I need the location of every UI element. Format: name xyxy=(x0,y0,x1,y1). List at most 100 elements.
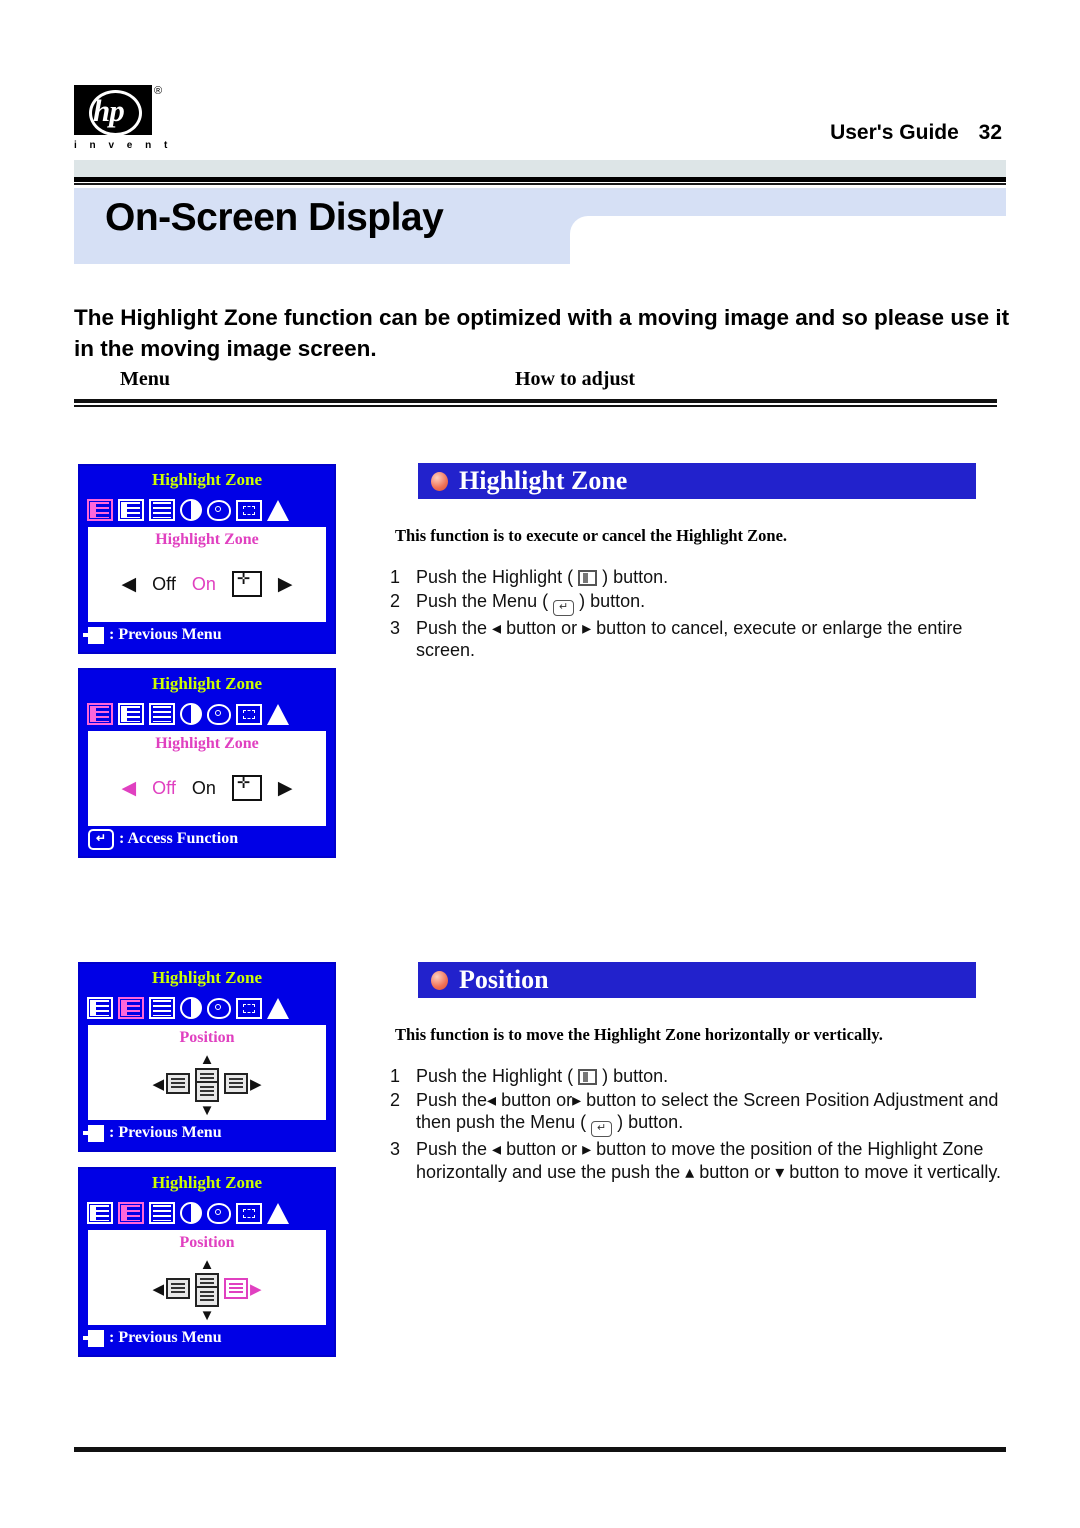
right-arrow-icon[interactable]: ▶ xyxy=(250,1075,262,1093)
option-off[interactable]: Off xyxy=(152,778,176,799)
position-tab-icon[interactable] xyxy=(118,997,144,1019)
section-description: This function is to execute or cancel th… xyxy=(395,526,788,545)
move-zone-icon xyxy=(231,569,262,597)
color-palette-tab-icon[interactable] xyxy=(207,703,231,725)
left-arrow-icon[interactable]: ◀ xyxy=(122,573,137,596)
option-on[interactable]: On xyxy=(192,778,216,799)
hp-invent-wordmark: i n v e n t xyxy=(74,140,173,151)
menu-button-icon: ↵ xyxy=(553,599,575,616)
color-palette-tab-icon[interactable] xyxy=(207,1202,231,1224)
osd-content: Highlight Zone ◀ Off On ▶ xyxy=(88,731,326,826)
hp-logo: hp ® xyxy=(74,85,162,137)
position-pad: ▲ ◀ ▶ ▼ xyxy=(88,1051,326,1119)
section-title: Position xyxy=(459,965,549,994)
position-right-icon xyxy=(224,1073,248,1094)
section-bar-highlight-zone: Highlight Zone xyxy=(418,463,976,499)
title-banner-notch xyxy=(570,216,1006,264)
sharpness-tab-icon[interactable] xyxy=(267,1202,289,1224)
osd-content: Position ▲ ◀ ▶ ▼ xyxy=(88,1025,326,1120)
users-guide-text: User's Guide xyxy=(830,121,959,144)
enter-icon: ↵ xyxy=(88,828,114,850)
osd-footer-label: : Previous Menu xyxy=(109,1329,222,1346)
footer-rule xyxy=(74,1447,1006,1452)
position-down-icon xyxy=(195,1081,219,1102)
step-text-before: Push the Highlight ( xyxy=(416,1066,574,1086)
step-text-before: Push the Highlight ( xyxy=(416,567,574,587)
step-text-before: Push the◂ button or▸ button to select th… xyxy=(416,1089,999,1133)
exit-icon xyxy=(83,1124,104,1142)
pad-down-group[interactable]: ▼ xyxy=(195,1286,219,1324)
exit-icon xyxy=(83,1329,104,1347)
section-description: This function is to move the Highlight Z… xyxy=(395,1025,883,1044)
page-root: hp ® i n v e n t User's Guide 32 On-Scre… xyxy=(0,0,1080,1528)
step-number: 2 xyxy=(390,1089,401,1110)
step-row: 1 Push the Highlight ( ) button. xyxy=(390,566,1010,589)
position-right-icon xyxy=(224,1278,248,1299)
position-tab-icon[interactable] xyxy=(118,1202,144,1224)
position-down-icon xyxy=(195,1286,219,1307)
step-number: 2 xyxy=(390,590,401,611)
left-arrow-icon[interactable]: ◀ xyxy=(122,777,137,800)
highlight-zone-tab-icon[interactable] xyxy=(87,703,113,725)
osd-sublabel: Highlight Zone xyxy=(155,531,259,548)
highlight-zone-tab-icon[interactable] xyxy=(87,499,113,521)
osd-onoff-row: ◀ Off On ▶ xyxy=(88,773,326,801)
column-header-menu: Menu xyxy=(120,368,170,390)
color-palette-tab-icon[interactable] xyxy=(207,997,231,1019)
color-palette-tab-icon[interactable] xyxy=(207,499,231,521)
step-text: Push the Highlight ( ) button. xyxy=(416,566,1010,589)
step-text-after: ) button. xyxy=(579,590,646,611)
sharpness-tab-icon[interactable] xyxy=(267,703,289,725)
option-on[interactable]: On xyxy=(192,574,216,595)
left-arrow-icon[interactable]: ◀ xyxy=(152,1075,164,1093)
exit-icon xyxy=(83,626,104,644)
osd-footer: ↵ : Access Function xyxy=(80,826,334,852)
header-rule-thin xyxy=(74,183,1006,185)
page-title: On-Screen Display xyxy=(105,196,444,239)
osd-footer: : Previous Menu xyxy=(80,1325,334,1351)
osd-content: Position ▲ ◀ ▶ ▼ xyxy=(88,1230,326,1325)
step-row: 3 Push the ◂ button or ▸ button to move … xyxy=(390,1138,1015,1183)
reset-tab-icon[interactable] xyxy=(236,1202,262,1224)
reset-tab-icon[interactable] xyxy=(236,499,262,521)
left-arrow-icon[interactable]: ◀ xyxy=(152,1280,164,1298)
size-tab-icon[interactable] xyxy=(149,1202,175,1224)
size-tab-icon[interactable] xyxy=(149,499,175,521)
contrast-tab-icon[interactable] xyxy=(180,1202,202,1224)
osd-footer: : Previous Menu xyxy=(80,622,334,648)
down-arrow-icon[interactable]: ▼ xyxy=(200,1102,215,1119)
users-guide-label: User's Guide 32 xyxy=(830,121,1002,145)
size-tab-icon[interactable] xyxy=(149,703,175,725)
position-tab-icon[interactable] xyxy=(118,499,144,521)
contrast-tab-icon[interactable] xyxy=(180,499,202,521)
right-arrow-icon[interactable]: ▶ xyxy=(278,777,293,800)
step-text-after: ) button. xyxy=(602,1066,669,1086)
registered-trademark-icon: ® xyxy=(154,85,163,97)
osd-title: Highlight Zone xyxy=(80,466,334,493)
contrast-tab-icon[interactable] xyxy=(180,997,202,1019)
reset-tab-icon[interactable] xyxy=(236,703,262,725)
sharpness-tab-icon[interactable] xyxy=(267,997,289,1019)
osd-footer-label: : Previous Menu xyxy=(109,1124,222,1141)
header-grey-strip xyxy=(74,160,1006,177)
osd-panel-position: Highlight Zone Position ▲ ◀ ▶ ▼: Previo… xyxy=(78,962,336,1152)
up-arrow-icon[interactable]: ▲ xyxy=(200,1051,215,1068)
sharpness-tab-icon[interactable] xyxy=(267,499,289,521)
highlight-zone-tab-icon[interactable] xyxy=(87,997,113,1019)
contrast-tab-icon[interactable] xyxy=(180,703,202,725)
position-tab-icon[interactable] xyxy=(118,703,144,725)
up-arrow-icon[interactable]: ▲ xyxy=(200,1256,215,1273)
osd-title: Highlight Zone xyxy=(80,964,334,991)
osd-footer-label: : Previous Menu xyxy=(109,626,222,643)
osd-icon-row xyxy=(80,1196,334,1230)
option-off[interactable]: Off xyxy=(152,574,176,595)
section-title: Highlight Zone xyxy=(459,466,628,495)
right-arrow-icon[interactable]: ▶ xyxy=(278,573,293,596)
step-text: Push the ◂ button or ▸ button to move th… xyxy=(416,1139,1002,1182)
reset-tab-icon[interactable] xyxy=(236,997,262,1019)
highlight-zone-tab-icon[interactable] xyxy=(87,1202,113,1224)
pad-down-group[interactable]: ▼ xyxy=(195,1081,219,1119)
size-tab-icon[interactable] xyxy=(149,997,175,1019)
down-arrow-icon[interactable]: ▼ xyxy=(200,1307,215,1324)
right-arrow-icon[interactable]: ▶ xyxy=(250,1280,262,1298)
